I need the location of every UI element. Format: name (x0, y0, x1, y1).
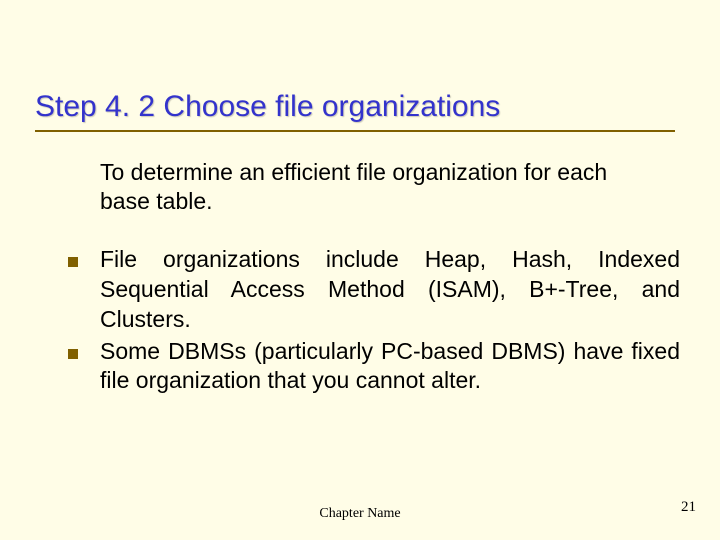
title-underline (35, 130, 675, 132)
footer-chapter: Chapter Name (0, 506, 720, 522)
slide: Step 4. 2 Choose file organizations To d… (0, 0, 720, 540)
page-number: 21 (681, 499, 696, 516)
bullet-list: File organizations include Heap, Hash, I… (0, 217, 720, 396)
list-item: File organizations include Heap, Hash, I… (68, 245, 680, 335)
slide-title: Step 4. 2 Choose file organizations (35, 90, 720, 124)
square-bullet-icon (68, 257, 78, 267)
intro-text: To determine an efficient file organizat… (0, 138, 720, 217)
title-area: Step 4. 2 Choose file organizations (0, 0, 720, 138)
square-bullet-icon (68, 349, 78, 359)
bullet-text: File organizations include Heap, Hash, I… (100, 245, 680, 335)
bullet-text: Some DBMSs (particularly PC-based DBMS) … (100, 337, 680, 397)
list-item: Some DBMSs (particularly PC-based DBMS) … (68, 337, 680, 397)
